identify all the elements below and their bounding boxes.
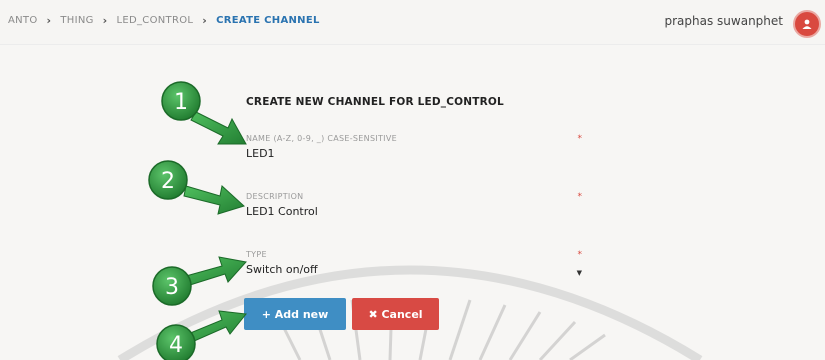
arrow-icon: [187, 310, 247, 343]
callout-1: 1: [161, 81, 201, 121]
callout-2: 2: [148, 160, 188, 200]
callout-number: 2: [161, 169, 175, 194]
callout-number: 3: [165, 275, 179, 300]
tutorial-callouts: 1 2 3 4: [148, 81, 247, 360]
arrow-icon: [190, 111, 247, 145]
arrow-icon: [183, 185, 245, 215]
callout-4: 4: [156, 324, 196, 360]
arrow-icon: [185, 256, 247, 286]
callout-3: 3: [152, 266, 192, 306]
callout-number: 1: [174, 90, 188, 115]
callout-number: 4: [169, 333, 183, 358]
